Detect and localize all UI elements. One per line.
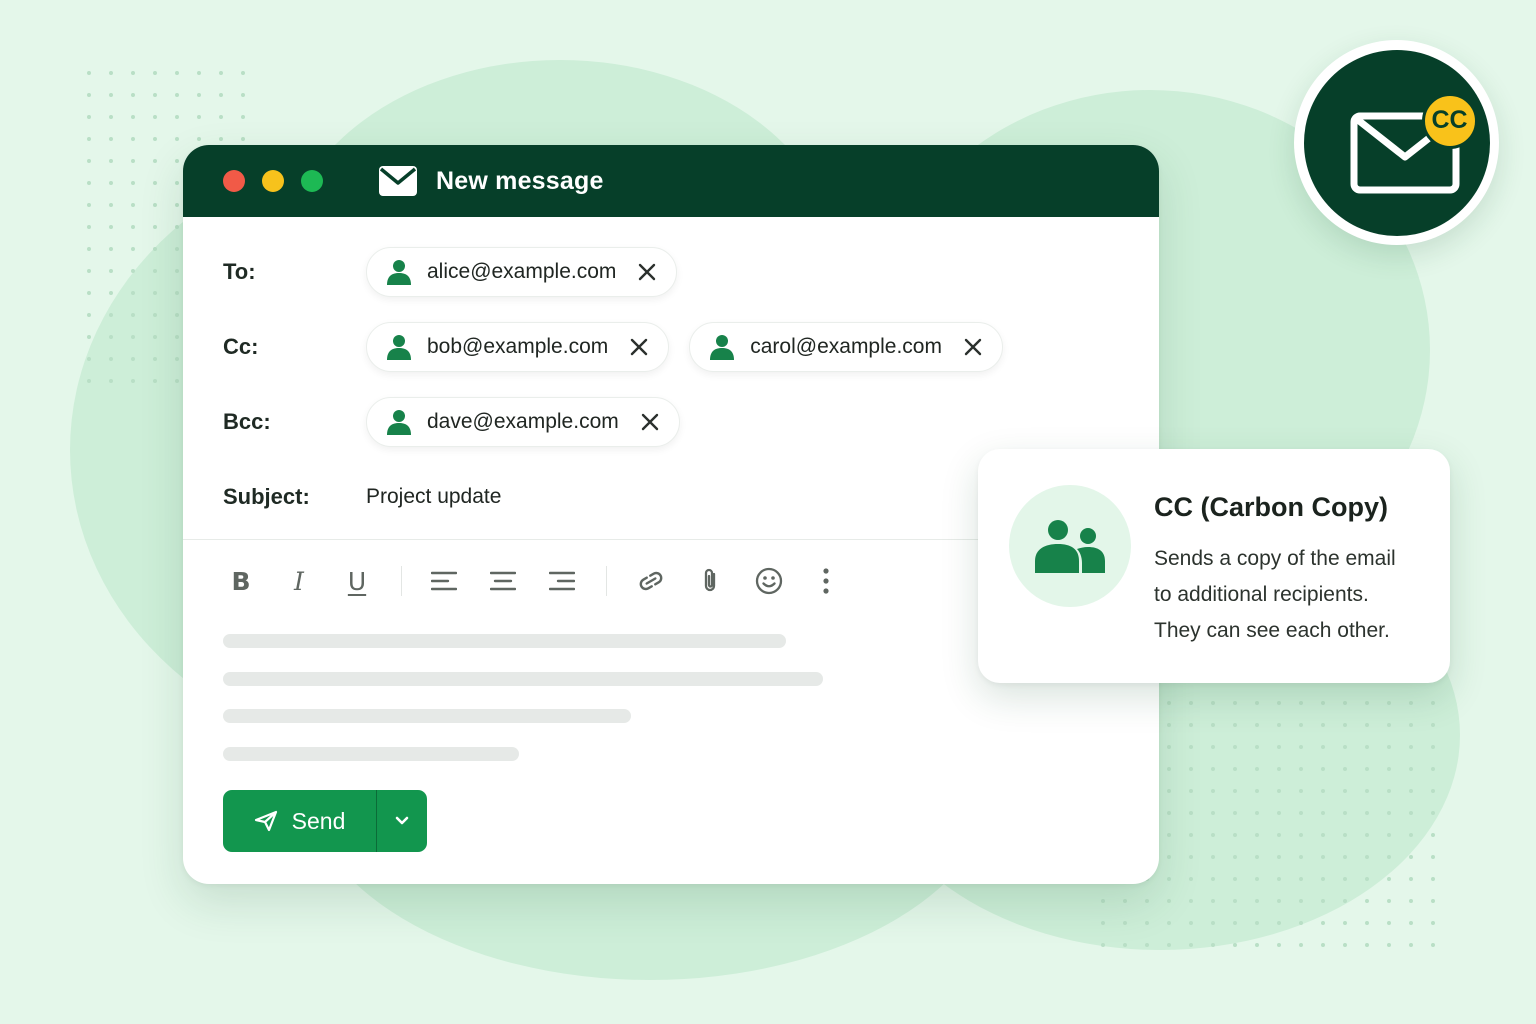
attach-file-button[interactable] bbox=[692, 563, 728, 599]
toolbar-separator bbox=[401, 566, 402, 596]
cc-label: Cc: bbox=[223, 334, 259, 359]
send-button-group: Send bbox=[223, 790, 427, 852]
title-bar: New message bbox=[183, 145, 1159, 217]
cc-row: Cc: bob@example.com carol@example.com bbox=[223, 322, 1023, 372]
send-icon bbox=[254, 810, 277, 832]
toolbar-separator bbox=[606, 566, 607, 596]
bold-button[interactable]: B bbox=[223, 563, 259, 599]
formatting-toolbar: B I U bbox=[223, 563, 844, 599]
recipient-email: bob@example.com bbox=[427, 335, 609, 358]
person-icon bbox=[387, 334, 411, 360]
cc-badge: CC bbox=[1294, 40, 1499, 245]
cc-label-badge: CC bbox=[1421, 92, 1478, 149]
recipient-chip[interactable]: carol@example.com bbox=[689, 322, 1003, 372]
info-card-line: Sends a copy of the email bbox=[1154, 547, 1396, 570]
minimize-window-button[interactable] bbox=[262, 170, 284, 192]
emoji-icon bbox=[755, 567, 783, 595]
align-left-icon bbox=[431, 571, 457, 591]
close-icon[interactable] bbox=[641, 413, 659, 431]
underline-button[interactable]: U bbox=[339, 563, 375, 599]
recipient-chip[interactable]: dave@example.com bbox=[366, 397, 680, 447]
group-avatar bbox=[1009, 485, 1131, 607]
align-right-button[interactable] bbox=[544, 563, 580, 599]
recipient-chip[interactable]: alice@example.com bbox=[366, 247, 678, 297]
to-row: To: alice@example.com bbox=[223, 247, 697, 297]
bcc-row: Bcc: dave@example.com bbox=[223, 397, 700, 447]
emoji-button[interactable] bbox=[751, 563, 787, 599]
info-card-body: Sends a copy of the email to additional … bbox=[1154, 541, 1439, 649]
cc-info-card: CC (Carbon Copy) Sends a copy of the ema… bbox=[978, 449, 1450, 683]
chevron-down-icon bbox=[395, 816, 409, 825]
link-icon bbox=[639, 571, 663, 591]
maximize-window-button[interactable] bbox=[301, 170, 323, 192]
send-button[interactable]: Send bbox=[223, 790, 376, 852]
recipient-email: alice@example.com bbox=[427, 260, 617, 283]
align-right-icon bbox=[549, 571, 575, 591]
person-icon bbox=[387, 259, 411, 285]
to-label: To: bbox=[223, 259, 256, 284]
subject-label: Subject: bbox=[223, 484, 310, 509]
mail-icon bbox=[378, 165, 418, 197]
send-options-dropdown[interactable] bbox=[377, 790, 427, 852]
close-window-button[interactable] bbox=[223, 170, 245, 192]
person-icon bbox=[710, 334, 735, 360]
cc-badge-circle: CC bbox=[1303, 49, 1490, 236]
recipient-chip[interactable]: bob@example.com bbox=[366, 322, 670, 372]
person-icon bbox=[387, 409, 411, 435]
body-placeholder-line bbox=[223, 747, 519, 761]
body-placeholder-line bbox=[223, 709, 631, 723]
info-card-title: CC (Carbon Copy) bbox=[1154, 492, 1388, 522]
bold-icon: B bbox=[231, 566, 251, 596]
recipient-email: dave@example.com bbox=[427, 410, 619, 433]
subject-input[interactable]: Project update bbox=[366, 485, 501, 509]
underline-icon: U bbox=[347, 566, 367, 596]
bcc-label: Bcc: bbox=[223, 409, 271, 434]
align-center-button[interactable] bbox=[485, 563, 521, 599]
more-options-button[interactable] bbox=[808, 563, 844, 599]
people-icon bbox=[1035, 520, 1105, 573]
more-vertical-icon bbox=[823, 568, 829, 594]
align-center-icon bbox=[490, 571, 516, 591]
info-card-line: to additional recipients. bbox=[1154, 583, 1369, 606]
italic-button[interactable]: I bbox=[281, 563, 317, 599]
window-title: New message bbox=[436, 166, 604, 195]
subject-row: Subject: Project update bbox=[223, 472, 501, 522]
body-placeholder-line bbox=[223, 672, 823, 686]
close-icon[interactable] bbox=[964, 338, 982, 356]
recipient-email: carol@example.com bbox=[750, 335, 942, 358]
close-icon[interactable] bbox=[638, 263, 656, 281]
paperclip-icon bbox=[704, 568, 716, 592]
insert-link-button[interactable] bbox=[633, 563, 669, 599]
align-left-button[interactable] bbox=[426, 563, 462, 599]
italic-icon: I bbox=[294, 566, 304, 596]
info-card-line: They can see each other. bbox=[1154, 619, 1390, 642]
body-placeholder-line bbox=[223, 634, 786, 648]
send-label: Send bbox=[291, 807, 346, 834]
close-icon[interactable] bbox=[630, 338, 648, 356]
